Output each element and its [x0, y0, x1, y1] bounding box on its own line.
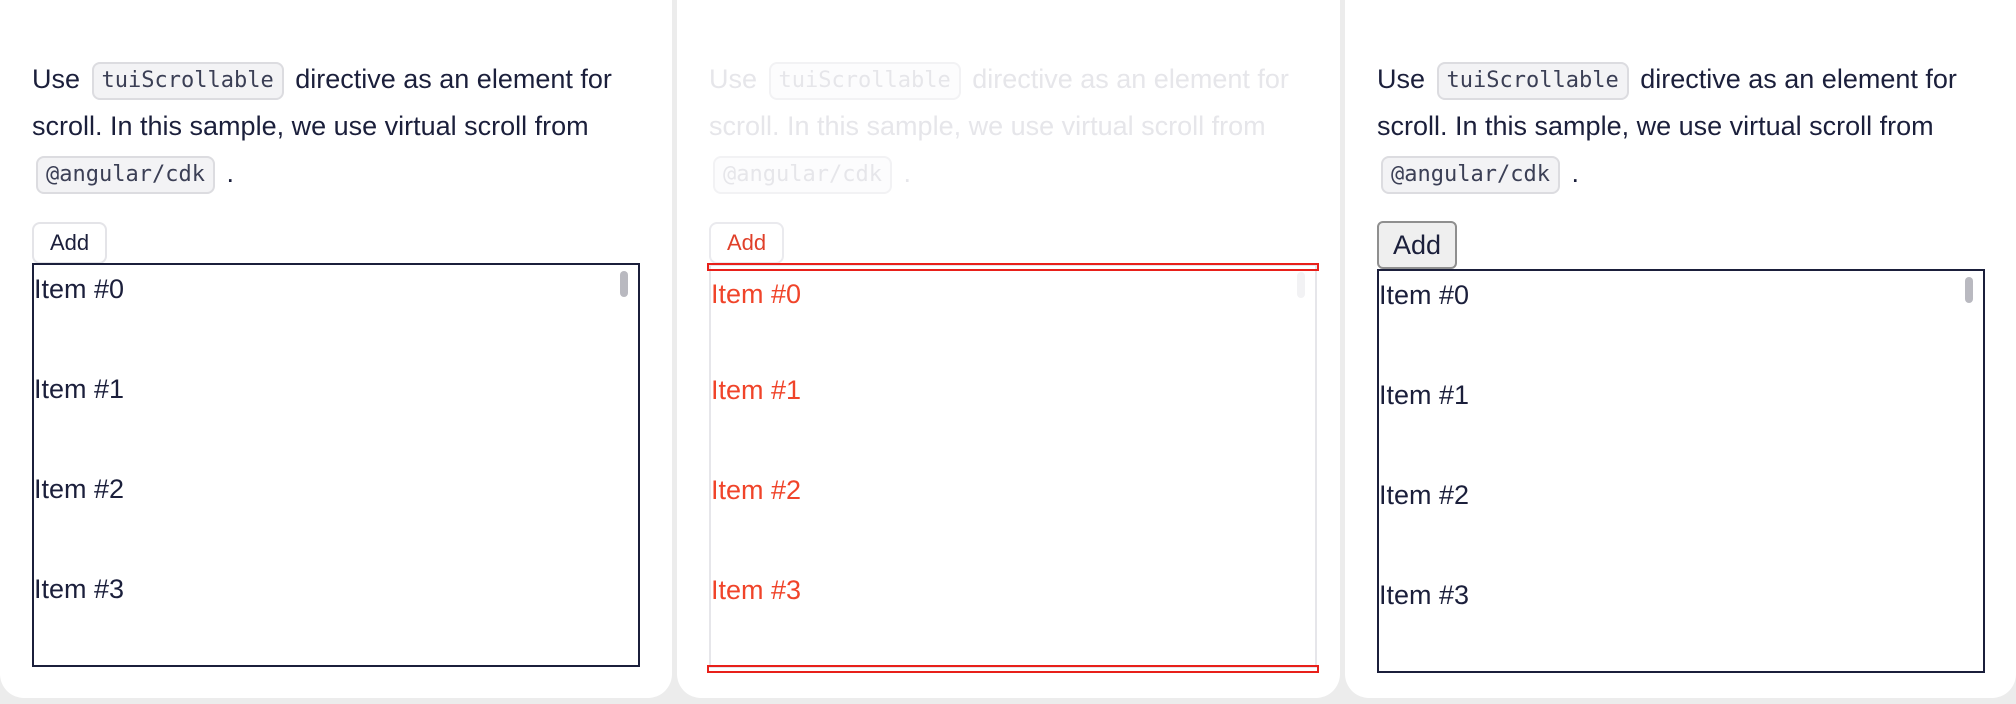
- description: Use tuiScrollable directive as an elemen…: [32, 56, 652, 197]
- list-item: Item #2: [34, 474, 125, 504]
- description-text: Use: [709, 64, 765, 94]
- add-button[interactable]: Add: [1377, 221, 1458, 269]
- description-text: Use: [32, 64, 88, 94]
- demo-panel-left: Use tuiScrollable directive as an elemen…: [0, 0, 672, 698]
- description: Use tuiScrollable directive as an elemen…: [709, 56, 1329, 197]
- code-tuiscrollable: tuiScrollable: [91, 61, 284, 100]
- virtual-scroll-container[interactable]: Item #0 Item #1 Item #2 Item #3: [709, 264, 1317, 668]
- list-item: Item #2: [711, 475, 802, 505]
- description-text: .: [218, 158, 234, 188]
- diff-highlight-top: [707, 263, 1319, 271]
- list-item: Item #1: [711, 375, 802, 405]
- code-angular-cdk: @angular/cdk: [1381, 155, 1560, 194]
- code-tuiscrollable: tuiScrollable: [1436, 61, 1629, 100]
- list-item: Item #3: [711, 575, 802, 605]
- description-text: .: [1563, 158, 1579, 188]
- list-item: Item #3: [1379, 580, 1470, 610]
- scrollbar-thumb[interactable]: [1965, 277, 1973, 303]
- list-item: Item #0: [34, 274, 125, 304]
- virtual-scroll-container[interactable]: Item #0 Item #1 Item #2 Item #3: [1377, 269, 1985, 673]
- demo-panel-right: Use tuiScrollable directive as an elemen…: [1345, 0, 2016, 698]
- diff-highlight-bottom: [707, 665, 1319, 673]
- list-item: Item #2: [1379, 480, 1470, 510]
- code-angular-cdk: @angular/cdk: [713, 155, 892, 194]
- scrollbar-thumb[interactable]: [620, 271, 628, 297]
- list-item: Item #1: [1379, 380, 1470, 410]
- list-item: Item #1: [34, 374, 125, 404]
- list-item: Item #0: [1379, 280, 1470, 310]
- description-text: .: [895, 158, 911, 188]
- virtual-scroll-container[interactable]: Item #0 Item #1 Item #2 Item #3: [32, 263, 640, 667]
- list-item: Item #0: [711, 279, 802, 309]
- code-angular-cdk: @angular/cdk: [36, 155, 215, 194]
- description: Use tuiScrollable directive as an elemen…: [1377, 56, 1997, 197]
- code-tuiscrollable: tuiScrollable: [768, 61, 961, 100]
- add-button[interactable]: Add: [32, 222, 108, 264]
- add-button[interactable]: Add: [709, 222, 785, 264]
- scrollbar-thumb[interactable]: [1297, 272, 1305, 298]
- demo-panel-diff: Use tuiScrollable directive as an elemen…: [677, 0, 1340, 698]
- description-text: Use: [1377, 64, 1433, 94]
- list-item: Item #3: [34, 574, 125, 604]
